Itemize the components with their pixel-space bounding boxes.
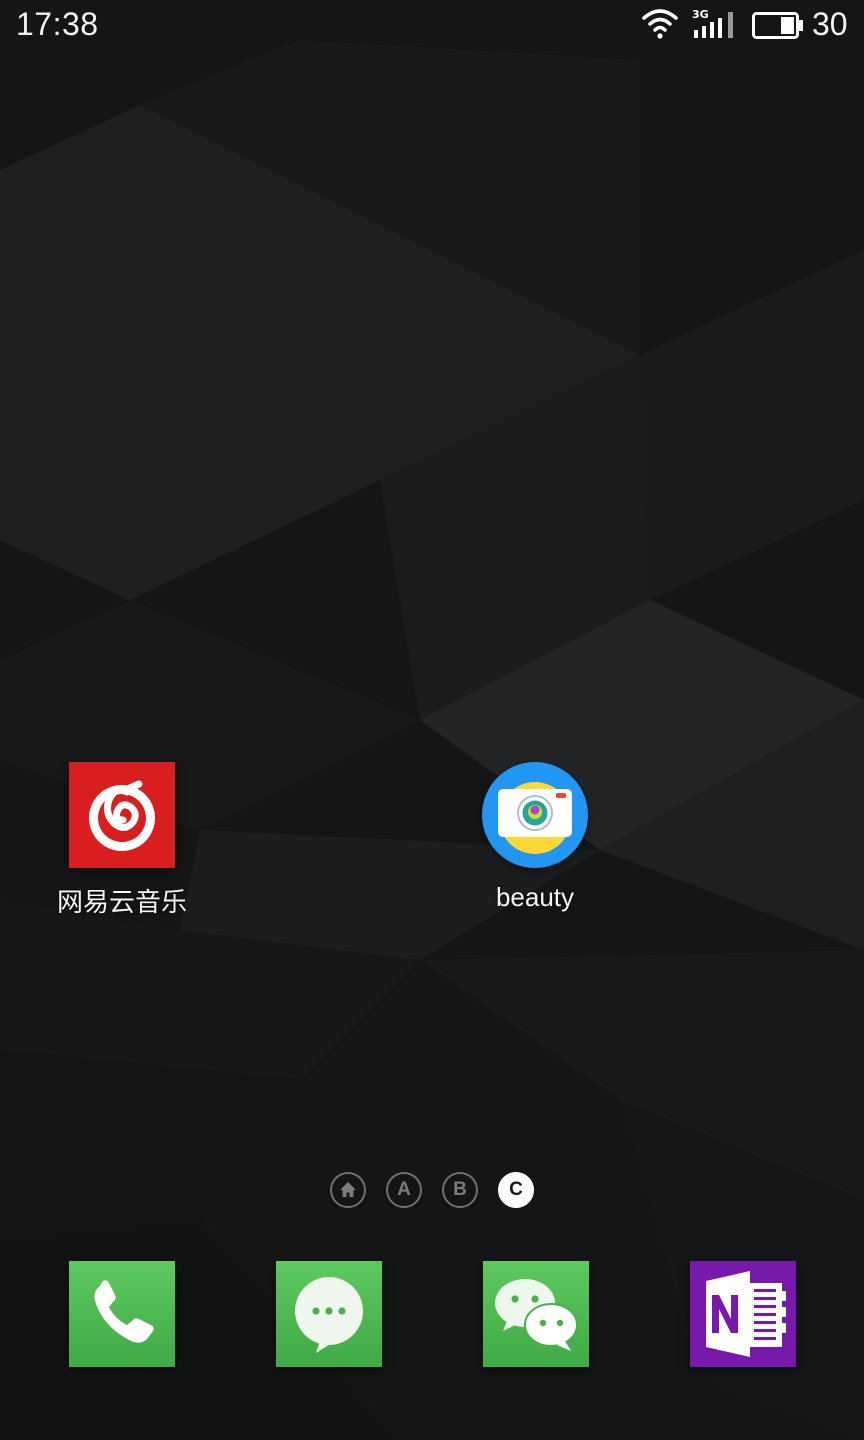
messages-icon <box>295 1277 363 1353</box>
onenote-icon <box>706 1271 786 1357</box>
page-dot-c[interactable]: C <box>498 1172 534 1208</box>
dock <box>0 1260 864 1370</box>
page-dot-b[interactable]: B <box>442 1172 478 1208</box>
app-label: beauty <box>495 882 575 912</box>
app-beauty[interactable]: beauty <box>445 762 625 913</box>
signal-indicator: 3G <box>692 8 738 40</box>
netease-music-icon <box>69 762 175 868</box>
page-indicator: A B C <box>328 1172 540 1212</box>
signal-icon <box>694 12 733 38</box>
wifi-icon <box>642 9 678 39</box>
messages-app[interactable] <box>276 1261 382 1367</box>
phone-icon <box>94 1280 154 1343</box>
battery-level: 30 <box>812 6 848 42</box>
camera-icon <box>482 762 588 868</box>
wechat-icon <box>495 1279 578 1351</box>
wechat-app[interactable] <box>483 1261 589 1367</box>
status-time: 17:38 <box>16 6 99 42</box>
onenote-app[interactable] <box>690 1261 796 1367</box>
home-icon <box>340 1182 356 1197</box>
battery-icon <box>752 12 803 39</box>
app-label: 网易云音乐 <box>56 888 187 918</box>
app-netease-music[interactable]: 网易云音乐 <box>32 762 212 919</box>
wallpaper <box>0 0 864 1440</box>
phone-app[interactable] <box>69 1261 175 1367</box>
status-bar: 17:38 3G 30 <box>0 0 864 52</box>
page-dot-a[interactable]: A <box>386 1172 422 1208</box>
page-dot-home[interactable] <box>330 1172 366 1208</box>
